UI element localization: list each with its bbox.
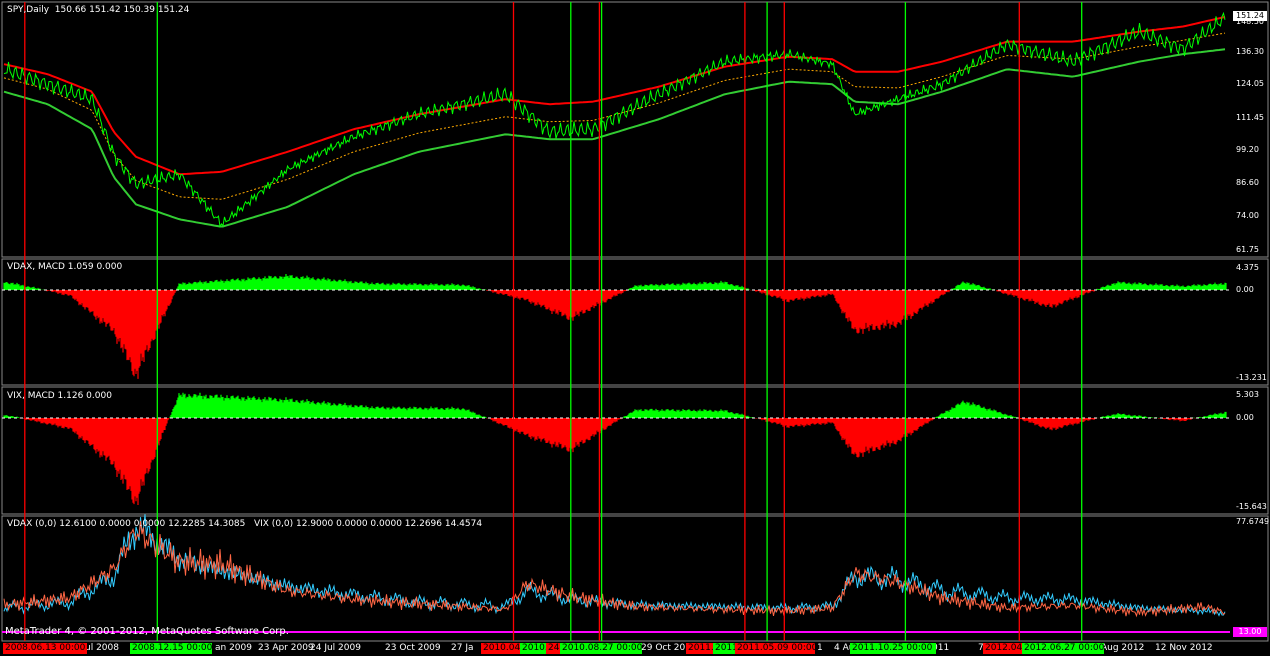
signal-date-box: 2011. <box>686 643 716 654</box>
x-tick-label: 12 Nov 2012 <box>1155 643 1213 653</box>
vdax-tick-label: -13.231 <box>1236 373 1267 382</box>
signal-date-box: 2011.05.09 00:00 <box>735 643 815 654</box>
x-tick-label: 23 Oct 2009 <box>385 643 441 653</box>
price-panel-label: SPY,Daily 150.66 151.42 150.39 151.24 <box>7 5 190 15</box>
signal-date-box: 2008.12.15 00:00 <box>130 643 212 654</box>
signal-date-box: 2008.06.13 00:00 <box>3 643 87 654</box>
vdax-level-line <box>3 514 1226 617</box>
signal-date-box: 2012.06.27 00:00 <box>1022 643 1104 654</box>
vix-macd-label: VIX, MACD 1.126 0.000 <box>7 391 112 401</box>
x-tick-label: an 2009 <box>215 643 252 653</box>
x-tick-label: 27 Ja <box>451 643 474 653</box>
x-tick-label: 24 Jul 2009 <box>310 643 361 653</box>
upper-band-line <box>3 15 1226 176</box>
price-tick-label: 74.00 <box>1236 211 1259 220</box>
x-tick-label: Aug 2012 <box>1101 643 1145 653</box>
vdax-tick-label: 4.375 <box>1236 263 1259 272</box>
vdax-macd-label: VDAX, MACD 1.059 0.000 <box>7 262 123 272</box>
vix-level-box: 13.00 <box>1233 627 1267 637</box>
signal-date-box: 2010.04.26 <box>481 643 523 654</box>
signal-date-box: 2012.04.1 <box>983 643 1025 654</box>
lower-band-line <box>3 48 1226 228</box>
panel-frame <box>1 258 1269 386</box>
spy-price-line <box>3 11 1226 228</box>
chart-canvas <box>1 1 1269 642</box>
vix-tick-label: -15.643 <box>1236 502 1267 511</box>
x-tick-label: ul 2008 <box>85 643 119 653</box>
price-tick-label: 99.20 <box>1236 145 1259 154</box>
vdax-tick-label: 0.00 <box>1236 285 1254 294</box>
price-tick-label: 86.60 <box>1236 178 1259 187</box>
current-price-box: 151.24 <box>1233 11 1267 21</box>
x-tick-label: 29 Oct 201 <box>641 643 691 653</box>
signal-date-box: 2010.08.27 00:00 <box>560 643 642 654</box>
vix-macd-positive-area <box>3 392 1227 418</box>
vol-tick-label: 77.6749 <box>1236 517 1270 526</box>
x-tick-label: 23 Apr 2009 <box>258 643 314 653</box>
vol-panel-label: VDAX (0,0) 12.6100 0.0000 0.0000 12.2285… <box>7 519 483 529</box>
price-tick-label: 61.75 <box>1236 245 1259 254</box>
price-tick-label: 136.30 <box>1236 47 1264 56</box>
vix-tick-label: 5.303 <box>1236 390 1259 399</box>
vdax-macd-negative-area <box>40 290 1097 379</box>
copyright-text: MetaTrader 4, © 2001-2012, MetaQuotes So… <box>5 626 289 637</box>
price-tick-label: 111.45 <box>1236 113 1264 122</box>
vix-macd-negative-area <box>19 418 1198 505</box>
x-tick-label: 1 <box>817 643 823 653</box>
panel-frame <box>1 515 1269 642</box>
vix-tick-label: 0.00 <box>1236 413 1254 422</box>
signal-date-box: 2011.10.25 00:00 <box>850 643 936 654</box>
vix-level-line <box>3 521 1226 618</box>
price-tick-label: 124.05 <box>1236 79 1264 88</box>
vdax-macd-positive-area <box>3 274 1227 290</box>
